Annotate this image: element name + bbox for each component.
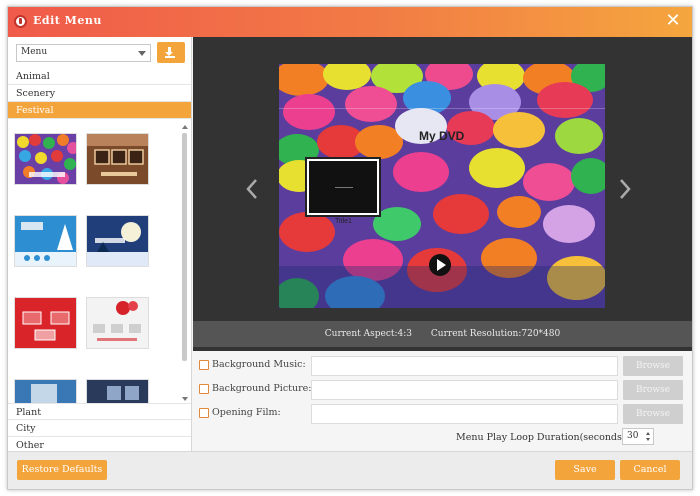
category-festival[interactable]: Festival (8, 102, 191, 119)
template-panel: Menu Animal Scenery Festival Plant City … (8, 37, 192, 451)
preview-info-bar: Current Aspect:4:3 Current Resolution:72… (193, 321, 692, 347)
thumbnail-scrollbar[interactable] (181, 123, 189, 403)
opening-film-label: Opening Film: (212, 407, 281, 418)
window-title: Edit Menu (33, 14, 102, 27)
background-picture-label: Background Picture: (212, 383, 312, 394)
category-plant[interactable]: Plant (8, 403, 191, 420)
download-icon (165, 47, 173, 56)
chevron-left-icon (246, 179, 257, 199)
template-type-select[interactable]: Menu (16, 44, 151, 62)
opening-film-checkbox[interactable] (199, 408, 209, 418)
edit-menu-window: Edit Menu ✕ Menu Animal Scenery Festival (7, 6, 693, 490)
stepper-down-icon[interactable] (646, 438, 650, 441)
category-animal[interactable]: Animal (8, 68, 191, 85)
scroll-up-icon[interactable] (182, 125, 188, 129)
template-type-value: Menu (21, 47, 48, 57)
loop-duration-value: 30 (627, 431, 639, 441)
chevron-down-icon (138, 51, 146, 56)
template-thumbnail[interactable] (86, 133, 149, 185)
background-music-checkbox[interactable] (199, 360, 209, 370)
download-templates-button[interactable] (157, 42, 185, 63)
scroll-thumb[interactable] (182, 133, 187, 361)
background-music-path-input[interactable] (311, 356, 618, 376)
loop-duration-label: Menu Play Loop Duration(seconds): (456, 432, 629, 443)
title-bar: Edit Menu ✕ (8, 7, 692, 37)
background-music-label: Background Music: (212, 359, 306, 370)
app-logo-icon (14, 15, 27, 28)
opening-film-path-input[interactable] (311, 404, 618, 424)
category-scenery[interactable]: Scenery (8, 85, 191, 102)
play-button[interactable] (429, 254, 451, 276)
current-aspect-text: Current Aspect:4:3 (324, 329, 413, 339)
category-city[interactable]: City (8, 420, 191, 437)
dialog-footer: Restore Defaults Save Cancel (8, 451, 692, 489)
previous-page-button[interactable] (245, 177, 259, 201)
template-thumbnail[interactable] (86, 379, 149, 403)
title-thumbnail-frame[interactable] (307, 159, 379, 215)
loop-duration-stepper[interactable]: 30 (622, 428, 654, 445)
cancel-button[interactable]: Cancel (620, 460, 680, 480)
current-resolution-text: Current Resolution:720*480 (430, 329, 561, 339)
menu-preview-area: My DVD Title1 (193, 37, 692, 351)
background-picture-browse-button[interactable]: Browse (623, 380, 683, 400)
next-page-button[interactable] (618, 177, 632, 201)
background-picture-checkbox[interactable] (199, 384, 209, 394)
menu-background-image: My DVD Title1 (279, 64, 605, 308)
menu-title-text[interactable]: My DVD (419, 129, 464, 143)
template-thumbnail[interactable] (14, 133, 77, 185)
template-thumbnails (8, 123, 191, 403)
scroll-down-icon[interactable] (182, 397, 188, 401)
template-thumbnail[interactable] (86, 297, 149, 349)
restore-defaults-button[interactable]: Restore Defaults (17, 460, 107, 480)
template-thumbnail[interactable] (14, 215, 77, 267)
play-icon (437, 259, 446, 271)
chevron-right-icon (620, 179, 631, 199)
template-thumbnail[interactable] (14, 379, 77, 403)
template-thumbnail[interactable] (86, 215, 149, 267)
background-picture-path-input[interactable] (311, 380, 618, 400)
stepper-up-icon[interactable] (646, 432, 650, 435)
template-thumbnail[interactable] (14, 297, 77, 349)
background-music-browse-button[interactable]: Browse (623, 356, 683, 376)
save-button[interactable]: Save (555, 460, 615, 480)
title-label[interactable]: Title1 (335, 218, 352, 225)
opening-film-browse-button[interactable]: Browse (623, 404, 683, 424)
close-icon[interactable]: ✕ (664, 12, 682, 30)
